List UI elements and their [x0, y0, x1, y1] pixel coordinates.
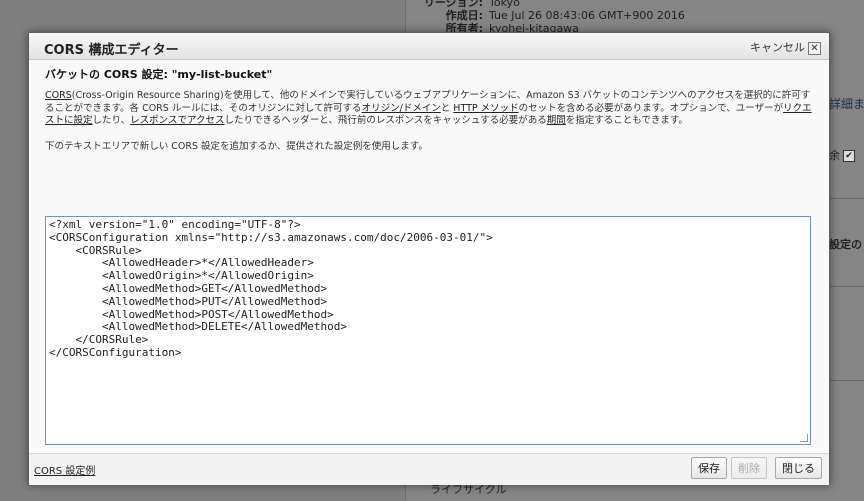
cors-example-link[interactable]: CORS 設定例: [34, 462, 95, 477]
period-link[interactable]: 期間: [547, 115, 566, 126]
save-button[interactable]: 保存: [691, 457, 727, 479]
textarea-resize-handle[interactable]: [800, 434, 808, 442]
code-line: <AllowedMethod>PUT</AllowedMethod>: [49, 294, 328, 308]
code-line: <AllowedMethod>GET</AllowedMethod>: [49, 281, 328, 295]
close-button[interactable]: 閉じる: [775, 457, 822, 479]
background-checkbox-label: 余: [829, 149, 840, 162]
cors-description: CORS(Cross-Origin Resource Sharing)を使用して…: [45, 90, 812, 126]
dialog-header: CORS 構成エディター キャンセル ✕: [29, 33, 829, 60]
close-icon[interactable]: ✕: [808, 41, 821, 55]
code-line: <AllowedMethod>DELETE</AllowedMethod>: [49, 320, 348, 334]
background-divider: [829, 198, 864, 199]
editor-instruction: 下のテキストエリアで新しい CORS 設定を追加するか、提供された設定例を使用し…: [45, 141, 428, 152]
code-line: <?xml version="1.0" encoding="UTF-8"?>: [49, 218, 301, 231]
code-line: </CORSConfiguration>: [49, 345, 182, 359]
cors-config-textarea[interactable]: <?xml version="1.0" encoding="UTF-8"?> <…: [45, 216, 811, 445]
origin-domain-link[interactable]: オリジン/ドメイン: [362, 103, 441, 114]
background-checkbox[interactable]: ✔: [843, 150, 855, 162]
dialog-title: CORS 構成エディター: [44, 43, 179, 58]
meta-row-region: リージョン: Tokyo: [423, 0, 520, 9]
code-line: <CORSConfiguration xmlns="http://s3.amaz…: [49, 230, 493, 244]
background-setting-label: 設定の: [829, 238, 862, 251]
background-checkbox-row: 余 ✔: [829, 147, 855, 163]
delete-button[interactable]: 削除: [731, 457, 767, 479]
background-details-link[interactable]: 詳細ま: [829, 95, 864, 112]
response-access-link[interactable]: レスポンスでアクセス: [130, 115, 224, 126]
http-method-link[interactable]: HTTP メソッド: [453, 103, 518, 114]
dialog-footer: CORS 設定例 保存 削除 閉じる: [29, 453, 829, 485]
background-divider: [829, 380, 864, 381]
bucket-cors-title: バケットの CORS 設定: "my-list-bucket": [45, 68, 273, 81]
background-divider: [829, 286, 864, 287]
cancel-label: キャンセル: [750, 41, 805, 54]
cancel-close-button[interactable]: キャンセル ✕: [750, 39, 821, 55]
background-bucket-meta: リージョン: Tokyo 作成日: Tue Jul 26 08:43:06 GMT+…: [415, 0, 685, 35]
cors-editor-dialog: CORS 構成エディター キャンセル ✕ バケットの CORS 設定: "my-l…: [28, 32, 830, 485]
dialog-body: バケットの CORS 設定: "my-list-bucket" CORS(Cro…: [30, 60, 828, 453]
meta-row-created: 作成日: Tue Jul 26 08:43:06 GMT+900 2016: [445, 9, 685, 22]
cors-help-link[interactable]: CORS: [45, 90, 72, 101]
